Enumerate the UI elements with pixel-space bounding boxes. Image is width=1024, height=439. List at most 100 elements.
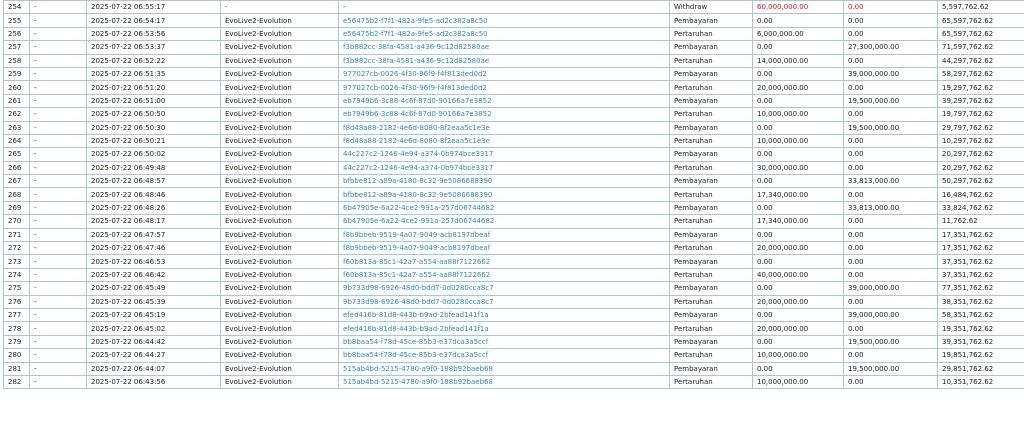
reference-id-link[interactable]: 44c227c2-1246-4e94-a374-0b974bce3317 [343, 164, 493, 172]
debit-amount-cell: 0.00 [752, 174, 844, 189]
row-number-cell: 282 [3, 374, 30, 390]
transaction-type-cell: Pembayaran [669, 281, 753, 296]
credit-amount-cell: 19,500,000.00 [843, 93, 938, 109]
row-number-cell: 275 [3, 281, 30, 296]
reference-id-link[interactable]: 515ab4bd-5215-4780-a9f0-188b92baeb68 [343, 378, 493, 386]
provider-cell: EvoLive2-Evolution [220, 267, 339, 283]
reference-id-cell: f8d48a88-2182-4e6d-8080-8f2eaa5c1e3e [338, 120, 670, 135]
balance-cell: 33,824,762.62 [937, 200, 1024, 216]
timestamp-cell: 2025-07-22 06:45:02 [86, 321, 221, 336]
reference-id-link[interactable]: 44c227c2-1246-4e94-a374-0b974bce3317 [343, 150, 493, 158]
reference-id-link[interactable]: e56475b2-f7f1-482a-9fe5-ad2c382a8c50 [343, 17, 488, 25]
reference-id-link[interactable]: efed416b-81d8-443b-b9ad-2bfead141f1a [343, 325, 489, 333]
reference-id-cell: 515ab4bd-5215-4780-a9f0-188b92baeb68 [338, 361, 670, 376]
debit-amount-cell: 60,000,000.00 [752, 0, 844, 15]
balance-cell: 50,297,762.62 [937, 174, 1024, 189]
reference-id-link[interactable]: 977027cb-0026-4f30-96f9-f4f813ded0d2 [343, 70, 487, 78]
transaction-type-cell: Pertaruhan [669, 374, 753, 390]
debit-amount-cell: 0.00 [752, 334, 844, 350]
provider-cell: EvoLive2-Evolution [220, 334, 339, 350]
reference-id-cell: bb8baa54-f78d-45ce-85b3-e37dca3a5ccf [338, 334, 670, 350]
reference-id-link[interactable]: f60b813a-85c1-42a7-a554-aa88f7122662 [343, 271, 490, 279]
provider-cell: EvoLive2-Evolution [220, 214, 339, 229]
debit-amount-cell: 14,000,000.00 [752, 53, 844, 68]
reference-id-link[interactable]: bfbbe812-a89a-4180-8c32-9e5086688390 [343, 177, 492, 185]
credit-amount-cell: 0.00 [843, 348, 938, 363]
status-cell: - [29, 214, 87, 229]
debit-amount-cell: 17,340,000.00 [752, 214, 844, 229]
reference-id-link[interactable]: 9b733d98-6926-48d0-bdd7-0d0280cca8c7 [343, 284, 494, 292]
transaction-table-body: 254-2025-07-22 06:55:17- - Withdraw 60,000,… [3, 0, 1024, 390]
reference-id-link[interactable]: f8b9bbeb-9519-4a07-9049-acb8197dbeaf [343, 244, 490, 252]
reference-id-link[interactable]: e56475b2-f7f1-482a-9fe5-ad2c382a8c50 [343, 30, 488, 38]
reference-id-link[interactable]: f60b813a-85c1-42a7-a554-aa88f7122662 [343, 258, 490, 266]
table-row: 278-2025-07-22 06:45:02 EvoLive2-Evolutio… [3, 321, 1024, 336]
reference-id-link[interactable]: 6b47905e-6a22-4ce2-991a-257d06744682 [343, 204, 494, 212]
reference-id-cell: f60b813a-85c1-42a7-a554-aa88f7122662 [338, 267, 670, 283]
transaction-type-cell: Pertaruhan [669, 348, 753, 363]
transaction-type-cell: Pembayaran [669, 120, 753, 135]
credit-amount-cell: 0.00 [843, 267, 938, 283]
reference-id-link[interactable]: efed416b-81d8-443b-b9ad-2bfead141f1a [343, 311, 489, 319]
reference-id-link[interactable]: bb8baa54-f78d-45ce-85b3-e37dca3a5ccf [343, 338, 488, 346]
status-cell: - [29, 241, 87, 256]
row-number-cell: 260 [3, 80, 30, 95]
row-number-cell: 266 [3, 160, 30, 176]
debit-amount-cell: 0.00 [752, 120, 844, 135]
transaction-type-cell: Withdraw [669, 0, 753, 15]
provider-cell: EvoLive2-Evolution [220, 26, 339, 42]
reference-id-link[interactable]: bfbbe812-a89a-4180-8c32-9e5086688390 [343, 191, 492, 199]
debit-amount-cell: 0.00 [752, 66, 844, 82]
credit-amount-cell: 0.00 [843, 13, 938, 28]
debit-amount-cell: 0.00 [752, 13, 844, 28]
table-row: 258-2025-07-22 06:52:22 EvoLive2-Evolutio… [3, 53, 1024, 68]
reference-id-link[interactable]: f8d48a88-2182-4e6d-8080-8f2eaa5c1e3e [343, 137, 490, 145]
reference-id-cell: e56475b2-f7f1-482a-9fe5-ad2c382a8c50 [338, 26, 670, 42]
provider-cell: EvoLive2-Evolution [220, 80, 339, 95]
reference-id-link[interactable]: f3b882cc-38fa-4581-a436-9c12d82580ae [343, 43, 489, 51]
reference-id-link[interactable]: 515ab4bd-5215-4780-a9f0-188b92baeb68 [343, 365, 493, 373]
timestamp-cell: 2025-07-22 06:45:19 [86, 307, 221, 323]
balance-cell: 58,351,762.62 [937, 307, 1024, 323]
transaction-table: 254-2025-07-22 06:55:17- - Withdraw 60,000,… [3, 0, 1024, 390]
transaction-type-cell: Pertaruhan [669, 214, 753, 229]
timestamp-cell: 2025-07-22 06:44:42 [86, 334, 221, 350]
reference-id-link[interactable]: 9b733d98-6926-48d0-bdd7-0d0280cca8c7 [343, 298, 494, 306]
timestamp-cell: 2025-07-22 06:50:21 [86, 133, 221, 149]
reference-id-link[interactable]: f8b9bbeb-9519-4a07-9049-acb8197dbeaf [343, 231, 490, 239]
reference-id-link[interactable]: 977027cb-0026-4f30-96f9-f4f813ded0d2 [343, 84, 487, 92]
status-cell: - [29, 174, 87, 189]
provider-cell: EvoLive2-Evolution [220, 66, 339, 82]
timestamp-cell: 2025-07-22 06:46:53 [86, 254, 221, 269]
table-row: 260-2025-07-22 06:51:20 EvoLive2-Evolutio… [3, 80, 1024, 95]
debit-amount-cell: 0.00 [752, 40, 844, 55]
status-cell: - [29, 281, 87, 296]
timestamp-cell: 2025-07-22 06:50:50 [86, 107, 221, 122]
status-cell: - [29, 13, 87, 28]
balance-cell: 10,297,762.62 [937, 133, 1024, 149]
credit-amount-cell: 0.00 [843, 294, 938, 309]
status-cell: - [29, 160, 87, 176]
provider-cell: EvoLive2-Evolution [220, 227, 339, 243]
debit-amount-cell: 20,000,000.00 [752, 241, 844, 256]
provider-cell: EvoLive2-Evolution [220, 107, 339, 122]
reference-id-link[interactable]: eb7949b6-3c88-4c6f-87d0-90166a7e3852 [343, 97, 492, 105]
debit-amount-cell: 10,000,000.00 [752, 348, 844, 363]
reference-id-link[interactable]: f3b882cc-38fa-4581-a436-9c12d82580ae [343, 57, 489, 65]
timestamp-cell: 2025-07-22 06:51:20 [86, 80, 221, 95]
table-row: 265-2025-07-22 06:50:02 EvoLive2-Evolutio… [3, 147, 1024, 162]
row-number-cell: 271 [3, 227, 30, 243]
provider-cell: EvoLive2-Evolution [220, 160, 339, 176]
balance-cell: 77,351,762.62 [937, 281, 1024, 296]
row-number-cell: 255 [3, 13, 30, 28]
reference-id-link[interactable]: f8d48a88-2182-4e6d-8080-8f2eaa5c1e3e [343, 124, 490, 132]
balance-cell: 17,351,762.62 [937, 241, 1024, 256]
provider-cell: EvoLive2-Evolution [220, 307, 339, 323]
provider-cell: EvoLive2-Evolution [220, 241, 339, 256]
table-row: 257-2025-07-22 06:53:37 EvoLive2-Evolutio… [3, 40, 1024, 55]
table-row: 276-2025-07-22 06:45:39 EvoLive2-Evolutio… [3, 294, 1024, 309]
credit-amount-cell: 0.00 [843, 214, 938, 229]
reference-id-link[interactable]: 6b47905e-6a22-4ce2-991a-257d06744682 [343, 217, 494, 225]
reference-id-link[interactable]: eb7949b6-3c88-4c6f-87d0-90166a7e3852 [343, 110, 492, 118]
reference-id-link[interactable]: bb8baa54-f78d-45ce-85b3-e37dca3a5ccf [343, 351, 488, 359]
